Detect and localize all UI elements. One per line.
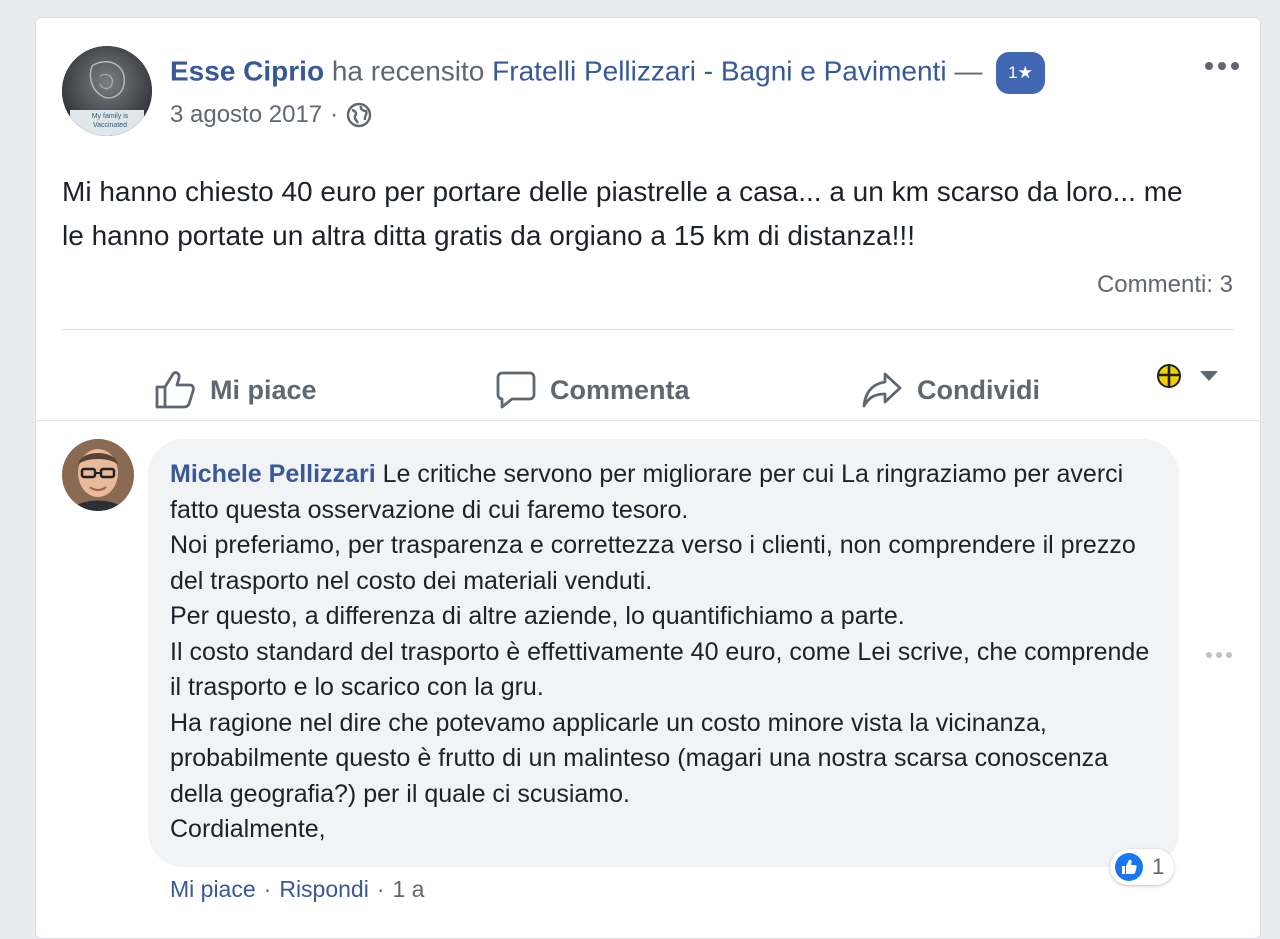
more-options-icon [1205,62,1239,70]
comment-options-button[interactable] [1204,648,1234,662]
meta-dot: · [263,876,272,902]
like-label: Mi piace [210,374,317,405]
post-meta: 3 agosto 2017 · [170,98,372,132]
reaction-selector[interactable] [1156,363,1220,389]
more-options-button[interactable] [1202,56,1242,76]
commenter-name[interactable]: Michele Pellizzari [170,460,376,488]
comments-count-link[interactable]: Commenti: 3 [1097,270,1233,300]
comment-reactions[interactable]: 1 [1110,849,1175,885]
avatar-caption: My family is Vaccinated [91,113,129,129]
comment-bubble: Michele Pellizzari Le critiche servono p… [148,439,1179,867]
commenter-avatar[interactable] [62,439,134,511]
share-label: Condividi [917,374,1040,405]
comment-like-link[interactable]: Mi piace [170,874,256,904]
share-button[interactable]: Condividi [861,370,1040,410]
comment-time[interactable]: 1 a [393,874,425,904]
separator: — [954,55,983,87]
comment-actions: Mi piace · Rispondi · 1 a [170,874,424,904]
comment-bubble-icon [496,371,536,409]
thumbs-up-icon [155,371,195,409]
comment-label: Commenta [550,374,690,405]
author-avatar[interactable]: My family is Vaccinated [62,46,152,136]
post-header: Esse Ciprio ha recensito Fratelli Pelliz… [170,52,1045,94]
comment-button[interactable]: Commenta [496,370,690,410]
comment-text: Le critiche servono per migliorare per c… [170,460,1150,843]
chevron-down-icon [1200,371,1218,381]
globe-icon [346,102,372,128]
share-arrow-icon [862,372,902,408]
divider [36,420,1260,421]
comment-body: Michele Pellizzari Le critiche servono p… [170,457,1160,848]
comment-reply-link[interactable]: Rispondi [279,874,369,904]
meta-dot: · [330,101,339,128]
meta-dot: · [376,876,385,902]
page-avatar-icon [1157,364,1181,388]
commenter-avatar-image [62,439,134,511]
divider [62,329,1234,330]
page-name-link[interactable]: Fratelli Pellizzari - Bagni e Pavimenti [492,55,946,86]
action-text: ha recensito [331,55,485,87]
author-name[interactable]: Esse Ciprio [170,55,324,86]
rating-badge: 1★ [996,52,1045,94]
post-date[interactable]: 3 agosto 2017 [170,98,322,132]
like-reaction-icon [1115,853,1143,881]
more-options-icon [1206,652,1232,658]
post-text: Mi hanno chiesto 40 euro per portare del… [62,176,1183,251]
review-post-card: My family is Vaccinated Esse Ciprio ha r… [35,17,1261,939]
reaction-count: 1 [1152,854,1165,879]
like-button[interactable]: Mi piace [154,370,317,410]
